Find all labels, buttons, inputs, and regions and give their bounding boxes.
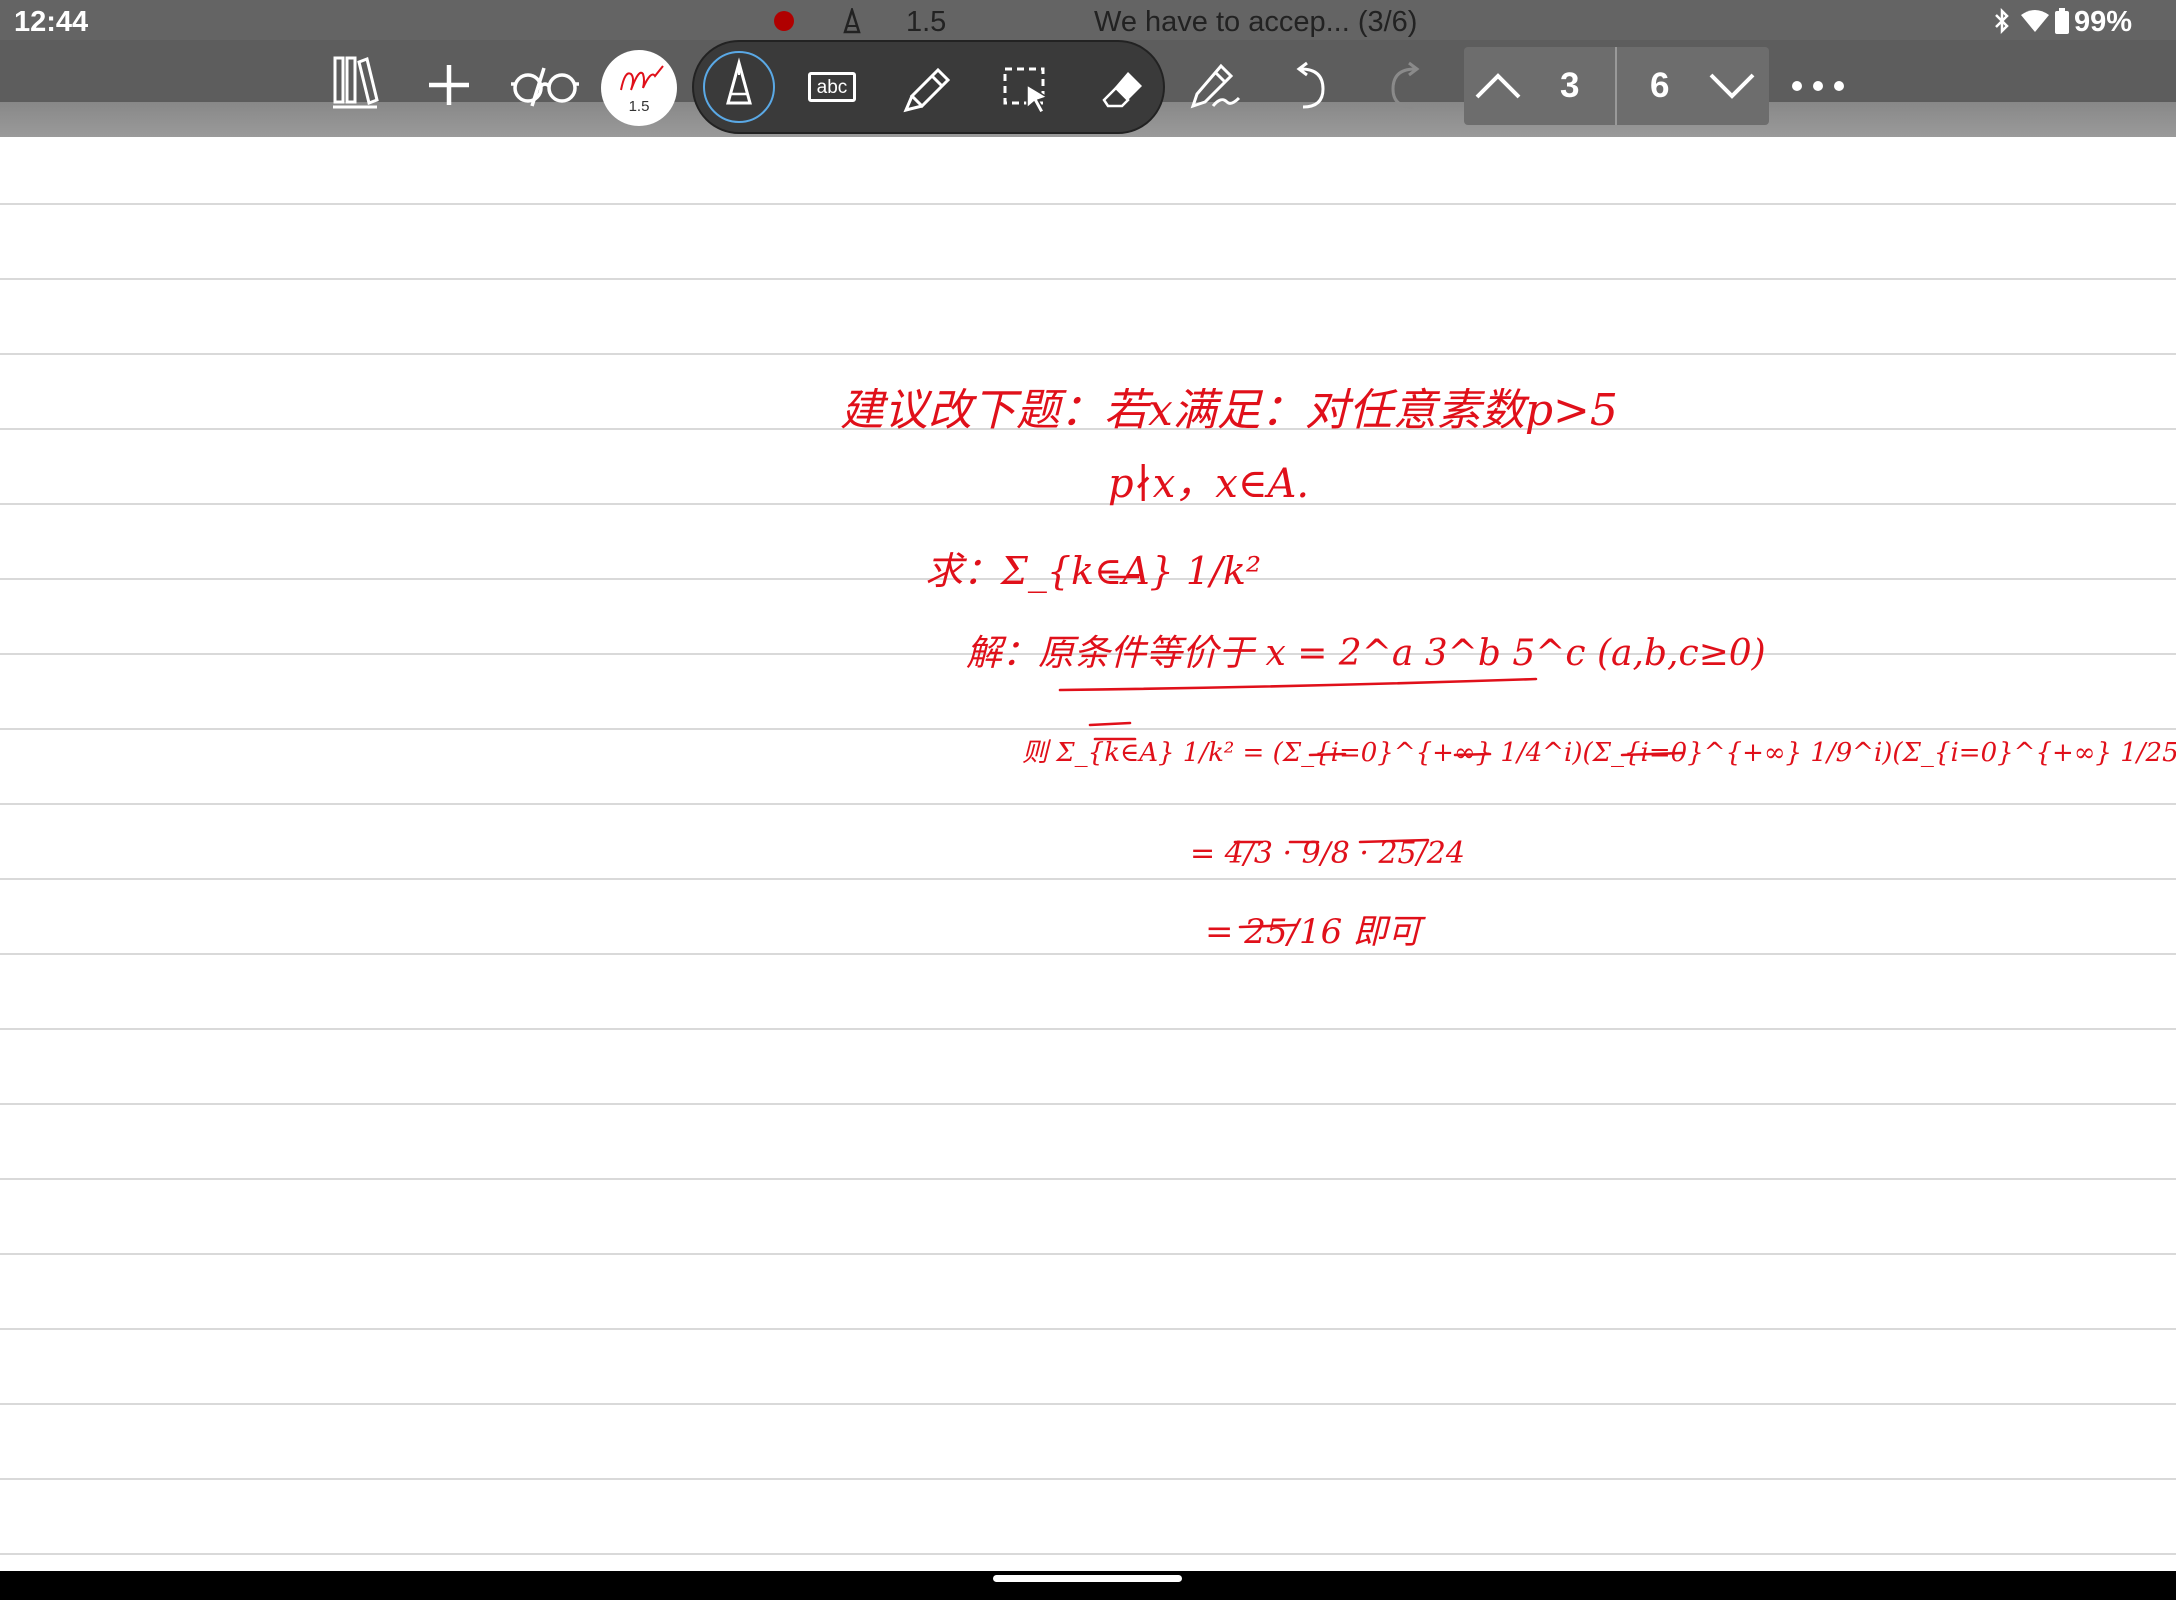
redo-icon: [1391, 61, 1420, 109]
undo-button[interactable]: [1288, 60, 1330, 112]
text-tool-button[interactable]: abc: [804, 64, 860, 110]
undo-icon: [1296, 61, 1325, 109]
highlighter-tool-button[interactable]: [900, 62, 954, 116]
redo-button[interactable]: [1386, 60, 1428, 112]
handwritten-ink-layer: 建议改下题：若x满足：对任意素数p>5 p∤x，x∈A. 求：Σ_{k∈A} 1…: [840, 385, 2176, 952]
reading-mode-button[interactable]: [508, 60, 582, 110]
ink-line-3: 求：Σ_{k∈A} 1/k²: [925, 549, 1261, 594]
current-page-number: 3: [1560, 66, 1580, 105]
battery-percentage: 99%: [2074, 6, 2133, 38]
ink-line-7: = 25/16 即可: [1205, 912, 1426, 952]
status-bar: 12:44 1.5 We have to accep... (3/6) 99%: [0, 0, 2176, 40]
drawing-tools-group: abc: [692, 40, 1165, 134]
ink-fraction-bar: [1088, 721, 1132, 727]
clock: 12:44: [14, 6, 89, 38]
ink-line-1: 建议改下题：若x满足：对任意素数p>5: [840, 385, 1618, 436]
ink-underline: [1058, 677, 1538, 692]
next-page-button[interactable]: [1706, 61, 1758, 111]
recording-indicator-icon: [774, 11, 794, 31]
pen-indicator-icon: [843, 8, 861, 34]
library-button[interactable]: [330, 54, 380, 110]
add-page-button[interactable]: [424, 60, 474, 110]
pen-tool-button[interactable]: [703, 51, 775, 123]
more-dots-icon: [1792, 81, 1844, 91]
pen-preview-size-label: 1.5: [628, 98, 650, 115]
library-icon: [333, 56, 379, 109]
text-tool-label: abc: [816, 76, 848, 98]
pen-preview-button[interactable]: 1.5: [601, 50, 677, 126]
pen-size-indicator: 1.5: [906, 6, 947, 38]
plus-icon: [429, 65, 469, 105]
toolbar: 1.5 abc 3 6: [0, 40, 2176, 137]
battery-icon: [2055, 8, 2069, 34]
eraser-icon: [1102, 72, 1142, 108]
chevron-down-icon: [1709, 73, 1755, 99]
page-navigator: 3 6: [1464, 47, 1769, 125]
pen-settings-icon: [1190, 63, 1241, 109]
navigation-bar: [0, 1571, 2176, 1600]
pen-settings-button[interactable]: [1186, 60, 1244, 114]
chevron-up-icon: [1475, 73, 1521, 99]
more-options-button[interactable]: [1790, 76, 1846, 96]
ink-line-4: 解：原条件等价于 x = 2^a 3^b 5^c (a,b,c≥0): [966, 633, 1766, 674]
highlighter-icon: [903, 67, 951, 113]
wifi-icon: [2021, 10, 2049, 32]
lasso-select-icon: [1003, 67, 1049, 114]
note-page[interactable]: 建议改下题：若x满足：对任意素数p>5 p∤x，x∈A. 求：Σ_{k∈A} 1…: [0, 137, 2176, 1571]
previous-page-button[interactable]: [1472, 61, 1524, 111]
home-indicator[interactable]: [993, 1575, 1182, 1582]
eraser-tool-button[interactable]: [1098, 64, 1148, 114]
bluetooth-icon: [1995, 8, 2009, 34]
ink-line-5: 则 Σ_{k∈A} 1/k² = (Σ_{i=0}^{+∞} 1/4^i)(Σ_…: [1022, 738, 2176, 768]
total-pages-number: 6: [1650, 66, 1670, 105]
lasso-select-button[interactable]: [1000, 64, 1056, 118]
ink-line-6: = 4/3 · 9/8 · 25/24: [1190, 836, 1465, 871]
pen-tip-icon: [726, 57, 752, 105]
document-title: We have to accep... (3/6): [1094, 6, 1418, 38]
glasses-icon: [511, 67, 579, 107]
page-nav-divider: [1615, 47, 1617, 125]
ink-line-2: p∤x，x∈A.: [1108, 461, 1309, 507]
